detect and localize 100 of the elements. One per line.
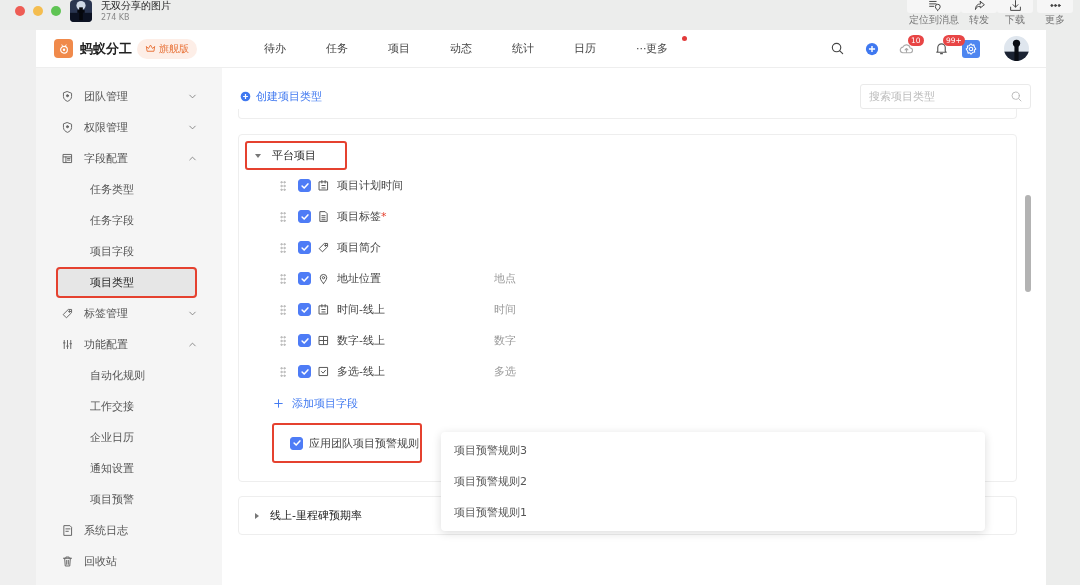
scrollbar-thumb[interactable] [1025, 195, 1031, 292]
settings-icon [964, 41, 978, 56]
required-mark: * [381, 210, 387, 223]
cloud-icon [899, 41, 914, 56]
drag-handle-icon [277, 303, 289, 316]
field-name: 地址位置 [337, 271, 382, 286]
project-type-header[interactable]: 线上-里程碑预期率 [245, 501, 362, 530]
sync-button[interactable] [899, 41, 914, 56]
drag-handle-icon [277, 179, 289, 192]
sidebar-item[interactable]: 企业日历 [49, 422, 210, 453]
grid-icon [317, 334, 330, 347]
nav-link[interactable]: 动态 [450, 41, 472, 56]
nav-link[interactable]: 统计 [512, 41, 534, 56]
checkbox[interactable] [298, 210, 311, 223]
sidebar-item[interactable]: 项目类型 [56, 267, 197, 298]
sidebar-item[interactable]: 通知设置 [49, 453, 210, 484]
sidebar-item[interactable]: 自动化规则 [49, 360, 210, 391]
caret-icon [255, 153, 261, 158]
search-button[interactable] [830, 41, 845, 56]
field-name: 项目计划时间 [337, 178, 404, 193]
field-type: 时间 [494, 302, 516, 317]
checkbox-label: 应用团队项目预警规则 [309, 435, 419, 451]
check-icon [299, 335, 310, 346]
check-icon [299, 366, 310, 377]
search-icon [1010, 90, 1023, 103]
drag-handle-icon [277, 334, 289, 347]
caret-icon [255, 512, 259, 519]
sidebar-item[interactable]: 项目字段 [49, 236, 210, 267]
sidebar-item[interactable]: 功能配置 [49, 329, 210, 360]
calendar-icon [317, 303, 330, 316]
sidebar-item[interactable]: 字段配置 [49, 143, 210, 174]
field-type: 地点 [494, 271, 516, 286]
drag-handle-icon [277, 272, 289, 285]
field-name: 项目标签* [337, 209, 388, 224]
edition-badge: 旗舰版 [137, 38, 197, 59]
app-name: 蚂蚁分工 [80, 39, 132, 58]
check-icon [299, 304, 310, 315]
file-size: 274 KB [101, 12, 131, 24]
plus-circle-icon [240, 91, 251, 102]
avatar[interactable] [1004, 36, 1029, 61]
checkbox[interactable] [290, 436, 303, 450]
check-icon [299, 180, 310, 191]
check-icon [299, 211, 310, 222]
shield-icon [61, 90, 74, 103]
checkbox-icon [317, 365, 330, 378]
sidebar-item[interactable]: 任务字段 [49, 205, 210, 236]
sidebar-item[interactable]: 任务类型 [49, 174, 210, 205]
field-type: 多选 [494, 364, 516, 379]
tag-icon [317, 241, 330, 254]
crown-icon [145, 43, 156, 54]
list-pin-icon [927, 0, 941, 12]
document-icon [61, 524, 74, 537]
nav-link[interactable]: 待办 [264, 41, 286, 56]
sidebar-item[interactable]: 工作交接 [49, 391, 210, 422]
checkbox[interactable] [298, 272, 311, 285]
document-icon [317, 210, 330, 223]
drag-handle-icon [277, 210, 289, 223]
menu-item[interactable]: 项目预警规则2 [441, 466, 985, 497]
plus-icon [273, 397, 284, 409]
field-type: 数字 [494, 333, 516, 348]
checkbox[interactable] [298, 241, 311, 254]
add-field-link[interactable]: 添加项目字段 [273, 393, 358, 413]
nav-link[interactable]: 任务 [326, 41, 348, 56]
search-icon [830, 41, 845, 56]
checkbox[interactable] [298, 179, 311, 192]
check-icon [291, 438, 302, 448]
trash-icon [61, 555, 74, 568]
field-name: 项目简介 [337, 240, 382, 255]
sidebar-item[interactable]: 系统日志 [49, 515, 210, 546]
settings-button[interactable] [962, 39, 980, 58]
create-link[interactable]: 创建项目类型 [240, 89, 322, 104]
sidebar-item[interactable]: 回收站 [49, 546, 210, 577]
checkbox[interactable] [298, 303, 311, 316]
sidebar-item[interactable]: 团队管理 [49, 81, 210, 112]
nav-link[interactable]: 项目 [388, 41, 410, 56]
drag-handle-icon [277, 365, 289, 378]
drag-handle-icon [277, 241, 289, 254]
checkbox[interactable] [298, 334, 311, 347]
notifications-button[interactable] [934, 41, 949, 56]
sidebar-item[interactable]: 项目预警 [49, 484, 210, 515]
sidebar-item[interactable]: 权限管理 [49, 112, 210, 143]
add-button[interactable] [865, 41, 879, 56]
checkbox[interactable] [298, 365, 311, 378]
menu-item[interactable]: 项目预警规则1 [441, 497, 985, 528]
nav-link[interactable]: ···更多 [636, 41, 669, 56]
field-name: 数字-线上 [337, 333, 386, 348]
field-name: 多选-线上 [337, 364, 386, 379]
field-name: 时间-线上 [337, 302, 386, 317]
check-icon [299, 273, 310, 284]
search-field[interactable]: 搜索项目类型 [860, 84, 1031, 109]
menu-item[interactable]: 项目预警规则3 [441, 435, 985, 466]
sidebar-item[interactable]: 标签管理 [49, 298, 210, 329]
download-icon [1008, 0, 1022, 12]
project-type-header[interactable]: 平台项目 [245, 141, 347, 170]
location-pin-icon [317, 272, 330, 285]
check-icon [299, 242, 310, 253]
nav-link[interactable]: 日历 [574, 41, 596, 56]
tag-icon [61, 307, 74, 320]
share-icon [972, 0, 986, 12]
sliders-icon [61, 338, 74, 351]
